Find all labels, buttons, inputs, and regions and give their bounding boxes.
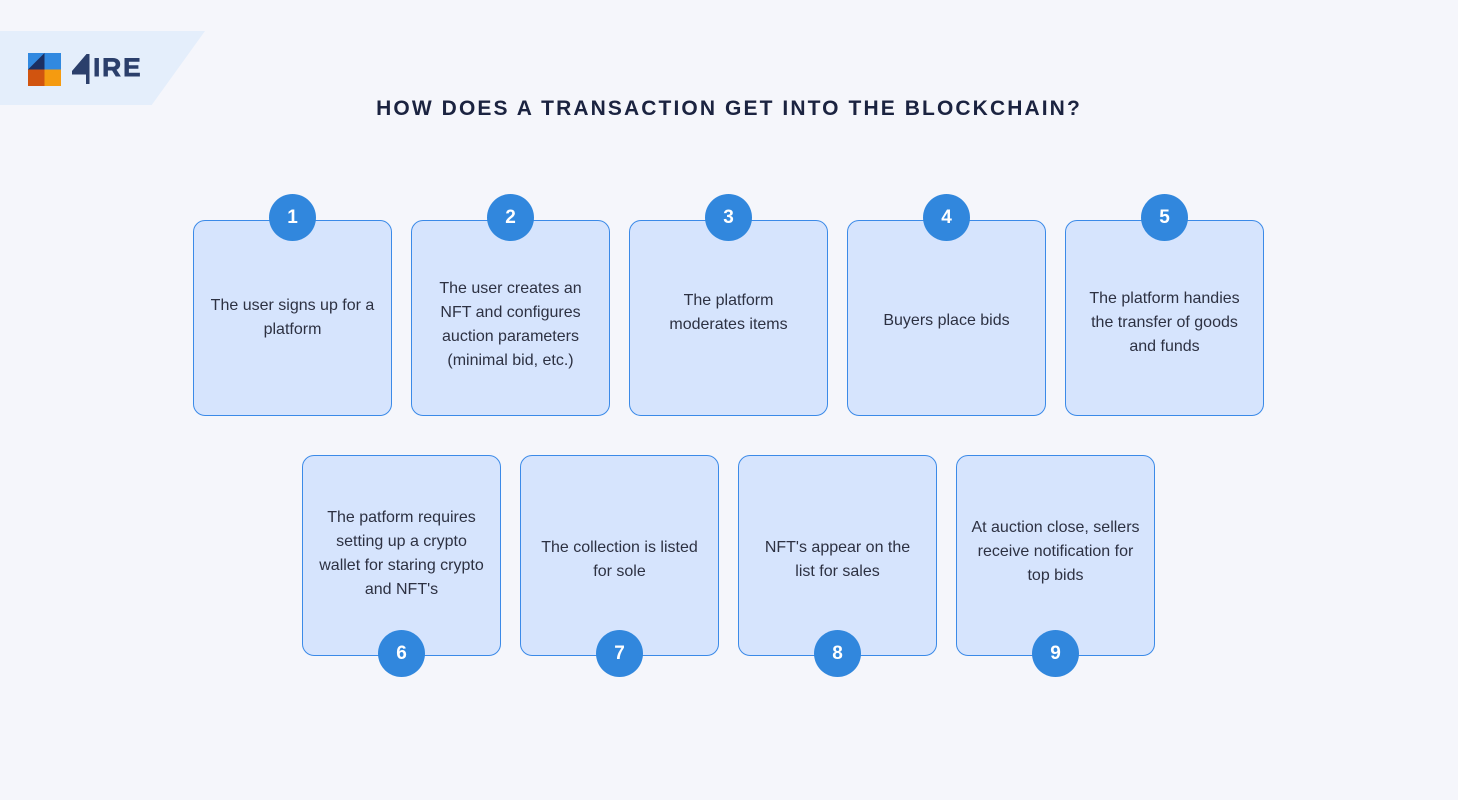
step-text-8: NFT's appear on the list for sales [764, 539, 911, 580]
step-card-1[interactable]: The user signs up for a platform [193, 220, 392, 416]
page-title: HOW DOES A TRANSACTION GET INTO THE BLOC… [376, 97, 1082, 120]
step-text-1: The user signs up for a platform [210, 297, 375, 338]
step-card-4[interactable]: Buyers place bids [847, 220, 1046, 416]
brand-logo[interactable] [28, 52, 148, 86]
step-badge-3[interactable]: 3 [705, 194, 752, 241]
step-card-2[interactable]: The user creates an NFT and configures a… [411, 220, 610, 416]
step-badge-8[interactable]: 8 [814, 630, 861, 677]
4ire-wordmark-icon [72, 54, 140, 84]
step-card-7[interactable]: The collection is listed for sole [520, 455, 719, 656]
step-badge-1[interactable]: 1 [269, 194, 316, 241]
step-card-6[interactable]: The patform requires setting up a crypto… [302, 455, 501, 656]
step-text-6: The patform requires setting up a crypto… [319, 509, 484, 598]
step-text-3: The platform moderates items [669, 292, 788, 333]
step-card-8[interactable]: NFT's appear on the list for sales [738, 455, 937, 656]
step-card-3[interactable]: The platform moderates items [629, 220, 828, 416]
step-text-4: Buyers place bids [883, 312, 1010, 329]
step-badge-7[interactable]: 7 [596, 630, 643, 677]
step-badge-5[interactable]: 5 [1141, 194, 1188, 241]
step-badge-2[interactable]: 2 [487, 194, 534, 241]
step-text-9: At auction close, sellers receive notifi… [971, 519, 1140, 584]
step-text-7: The collection is listed for sole [541, 539, 698, 580]
step-card-5[interactable]: The platform handies the transfer of goo… [1065, 220, 1264, 416]
step-badge-9[interactable]: 9 [1032, 630, 1079, 677]
step-badge-6[interactable]: 6 [378, 630, 425, 677]
step-card-9[interactable]: At auction close, sellers receive notifi… [956, 455, 1155, 656]
step-text-2: The user creates an NFT and configures a… [439, 280, 582, 369]
4ire-logo-mark-icon [28, 52, 61, 86]
step-badge-4[interactable]: 4 [923, 194, 970, 241]
step-text-5: The platform handies the transfer of goo… [1089, 290, 1240, 355]
